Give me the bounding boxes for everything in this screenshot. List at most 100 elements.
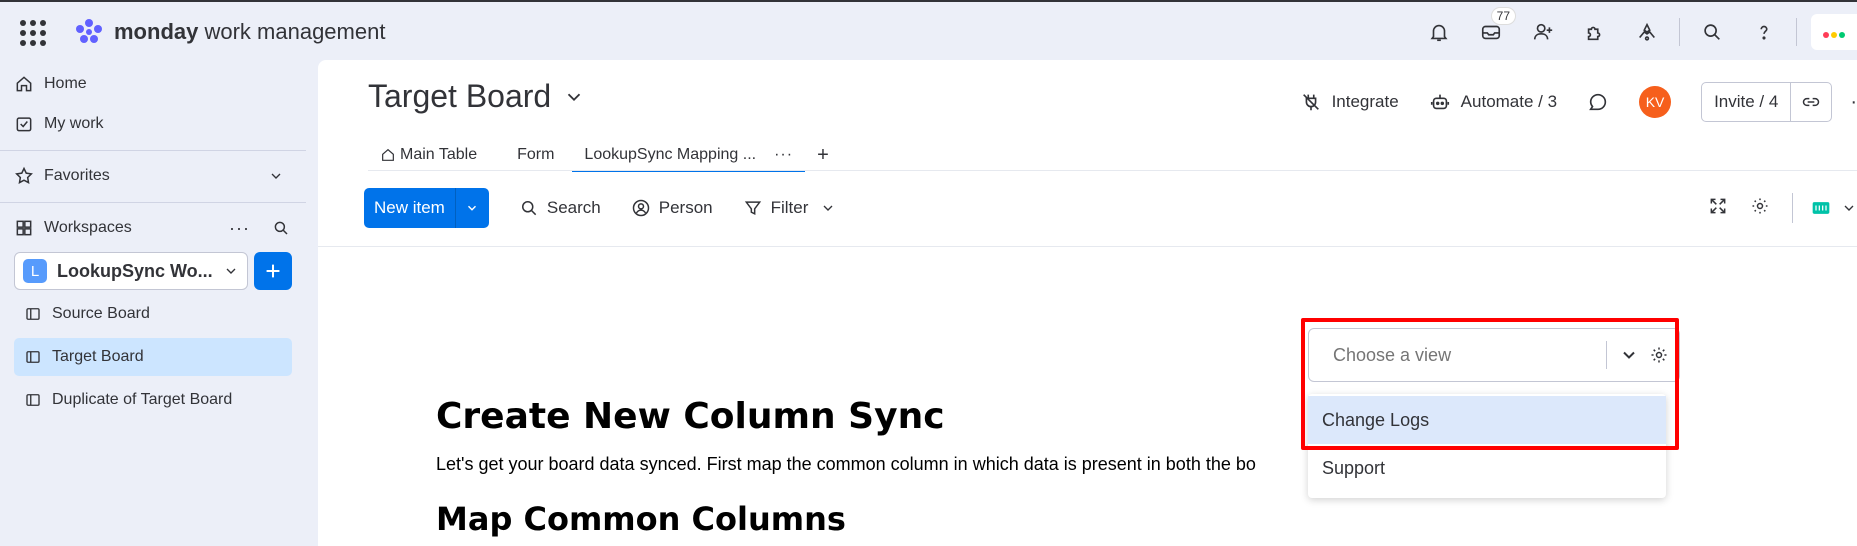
board-icon (26, 351, 40, 363)
integrate-button[interactable]: Integrate (1300, 91, 1399, 113)
sidebar-item-my-work[interactable]: My work (14, 106, 104, 142)
view-chooser-input[interactable] (1333, 344, 1606, 366)
divider (1606, 341, 1607, 369)
home-icon (382, 148, 394, 161)
sidebar-item-duplicate-board[interactable]: Duplicate of Target Board (14, 381, 292, 419)
monday-logo-icon (76, 19, 102, 43)
view-options-menu: Change Logs Support (1308, 394, 1666, 498)
new-item-dropdown-icon[interactable] (454, 188, 489, 228)
sidebar-item-home[interactable]: Home (14, 66, 87, 102)
divider (0, 202, 306, 203)
app-logo[interactable]: monday work management (72, 16, 385, 48)
fullscreen-icon[interactable] (1708, 196, 1728, 221)
sidebar-item-workspaces[interactable]: Workspaces ··· (14, 210, 290, 246)
more-options-icon[interactable]: · (1850, 91, 1857, 114)
app-widget-icon[interactable] (1809, 198, 1857, 218)
invite-button[interactable]: Invite / 4 (1701, 82, 1833, 122)
divider (1792, 193, 1793, 223)
sidebar-item-label: Workspaces (44, 219, 132, 236)
divider (318, 246, 1857, 247)
filter-button[interactable]: Filter (743, 198, 837, 218)
person-filter-button[interactable]: Person (631, 198, 713, 218)
notifications-bell-icon[interactable] (1421, 14, 1457, 50)
board-header-actions: Integrate Automate / 3 KV Invite / 4 · (1300, 82, 1857, 122)
invite-members-icon[interactable] (1525, 14, 1561, 50)
menu-item-support[interactable]: Support (1308, 444, 1666, 492)
avatar[interactable]: KV (1639, 86, 1672, 118)
chat-bubble-icon (1589, 93, 1607, 111)
copy-link-icon[interactable] (1791, 83, 1831, 121)
toolbar-right (1708, 188, 1857, 228)
more-options-icon[interactable]: ··· (774, 146, 793, 164)
sidebar-item-label: Favorites (44, 167, 110, 184)
top-bar: monday work management 77 (0, 0, 1857, 60)
tab-main-table[interactable]: Main Table (368, 138, 489, 172)
ai-assistant-icon[interactable] (1629, 14, 1665, 50)
add-workspace-item-button[interactable] (254, 252, 292, 290)
automate-button[interactable]: Automate / 3 (1429, 91, 1557, 113)
chevron-down-icon (271, 173, 281, 179)
settings-gear-icon[interactable] (1649, 345, 1669, 365)
sidebar-item-label: Target Board (52, 348, 144, 365)
top-icons: 77 (1413, 8, 1857, 50)
divider (1796, 18, 1797, 46)
search-icon (521, 201, 537, 216)
chevron-down-icon (226, 268, 236, 274)
home-icon (16, 76, 32, 92)
section-title: Map Common Columns (436, 500, 846, 538)
sidebar-item-target-board[interactable]: Target Board (14, 338, 292, 376)
board-title[interactable]: Target Board (368, 78, 585, 115)
app-name: monday work management (114, 19, 386, 44)
more-options-icon[interactable]: ··· (229, 218, 250, 239)
view-chooser-select[interactable] (1308, 328, 1680, 382)
plus-icon: + (817, 143, 829, 166)
page-title: Create New Column Sync (436, 396, 945, 437)
updates-button[interactable] (1587, 91, 1609, 113)
star-icon (15, 166, 33, 184)
tab-form[interactable]: Form (505, 138, 566, 172)
person-icon (632, 199, 649, 217)
divider (0, 150, 306, 151)
search-icon[interactable] (1694, 14, 1730, 50)
sidebar-item-label: Home (44, 75, 87, 92)
workspace-avatar: L (23, 259, 47, 283)
workspace-name: LookupSync Wo... (57, 260, 213, 281)
robot-icon (1430, 94, 1449, 110)
search-icon[interactable] (272, 219, 290, 237)
inbox-count-badge: 77 (1491, 8, 1515, 24)
add-view-button[interactable]: + (805, 138, 841, 172)
workspace-selector[interactable]: L LookupSync Wo... (14, 252, 248, 290)
account-menu-logo-icon[interactable] (1811, 14, 1857, 50)
chevron-down-icon (823, 205, 833, 211)
tab-lookupsync-mapping[interactable]: LookupSync Mapping ... ··· (572, 138, 805, 172)
divider (368, 170, 1857, 171)
apps-puzzle-icon[interactable] (1577, 14, 1613, 50)
settings-gear-icon[interactable] (1750, 196, 1770, 221)
divider (1679, 18, 1680, 46)
filter-icon (744, 201, 761, 216)
sidebar-item-label: Duplicate of Target Board (52, 391, 233, 408)
new-item-button[interactable]: New item (364, 188, 489, 228)
board-icon (26, 308, 40, 320)
sidebar-item-favorites[interactable]: Favorites (14, 158, 284, 194)
help-icon[interactable] (1746, 14, 1782, 50)
chevron-down-icon (568, 93, 581, 101)
board-view-tabs: Main Table Form LookupSync Mapping ... ·… (368, 138, 841, 172)
board-toolbar: New item Search Person Filter (364, 188, 1857, 228)
sidebar-item-label: My work (44, 115, 104, 132)
board-icon (26, 394, 40, 406)
plus-icon (266, 264, 280, 278)
menu-item-change-logs[interactable]: Change Logs (1308, 396, 1666, 444)
search-button[interactable]: Search (519, 198, 601, 218)
chevron-down-icon[interactable] (1619, 345, 1639, 365)
sidebar-item-label: Source Board (52, 305, 150, 322)
inbox-icon[interactable]: 77 (1473, 8, 1515, 50)
board-title-text: Target Board (368, 78, 552, 114)
apps-grid-icon[interactable] (20, 20, 46, 46)
my-work-icon (16, 117, 32, 132)
plug-icon (1302, 94, 1319, 111)
workspaces-grid-icon (16, 220, 32, 236)
invite-label: Invite / 4 (1702, 83, 1792, 121)
chevron-down-icon (1844, 205, 1854, 211)
sidebar-item-source-board[interactable]: Source Board (14, 295, 292, 333)
